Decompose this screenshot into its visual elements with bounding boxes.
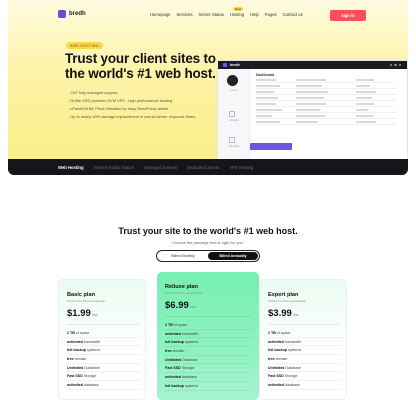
dashboard-app-name: bredh: [230, 63, 240, 67]
dashboard-side-label: Domains: [228, 145, 240, 148]
nav-link-server-status[interactable]: Server Status: [199, 12, 224, 17]
nav-link-services[interactable]: Services: [177, 12, 193, 17]
plan-name: Expert plan: [268, 292, 299, 298]
billed-annually-option[interactable]: Billed Annually: [208, 252, 258, 260]
hero-feature: cPanel/WHM, Plesk Obsidian for easy Word…: [68, 105, 196, 113]
plan-price-period: /mo: [91, 313, 98, 317]
dashboard-logo-icon: [223, 63, 227, 67]
billing-toggle: Billed Monthly Billed Annually: [156, 250, 260, 262]
dashboard-preview: bredh Home Account Domains Dashboard: [217, 60, 408, 160]
plan-feature: unlimited bandwidth: [268, 338, 342, 347]
brand-name: bredh: [69, 11, 86, 17]
logo-icon: [58, 10, 66, 18]
hero-feature: Up to nearly 40% average improvement in …: [68, 113, 196, 121]
billed-monthly-option[interactable]: Billed Monthly: [158, 252, 208, 260]
nav-links: Homepage Services Server Status New Host…: [150, 7, 303, 17]
nav-link-help[interactable]: Help: [250, 12, 259, 17]
plan-feature: Fast SSD Storage: [165, 364, 251, 374]
plan-feature-list: 2 TB of space unlimited bandwidth full b…: [268, 329, 342, 390]
plan-card-expert[interactable]: Expert plan Perfect For Personal Startup…: [259, 279, 347, 400]
service-tabs: Web Hosting Internet Radio Station Manag…: [8, 159, 408, 175]
nav-link-hosting[interactable]: New Hosting: [229, 7, 245, 17]
nav-link-homepage[interactable]: Homepage: [150, 12, 171, 17]
plan-name: Reliuxe plan: [165, 284, 198, 290]
plan-feature: Unlimited Database: [165, 356, 251, 365]
domains-icon: [229, 137, 235, 143]
tab-web-hosting[interactable]: Web Hosting: [58, 165, 84, 170]
plan-feature: 2 TB of space: [67, 329, 141, 338]
plan-feature: full backup systems: [268, 346, 342, 356]
plan-feature: Unlimited Database: [67, 364, 141, 373]
hero-pill: WEB HOSTING: [66, 42, 103, 49]
plan-price-value: $3.99: [268, 308, 292, 319]
plan-card-basic[interactable]: Basic plan Perfect For Personal Startup …: [58, 279, 146, 400]
plan-price: $6.99/mo: [165, 300, 196, 311]
plan-feature: full backup systems: [67, 346, 141, 356]
plan-feature: free domain: [165, 347, 251, 356]
plan-price-value: $1.99: [67, 308, 91, 319]
plan-feature: unlimited bandwidth: [67, 338, 141, 347]
nav-link-hosting-label: Hosting: [229, 12, 245, 17]
dashboard-topbar: bredh: [218, 61, 407, 69]
table-row: [256, 119, 396, 125]
nav-link-pages[interactable]: Pages: [265, 12, 277, 17]
pricing-subtitle: Choose the package that is right for you…: [172, 240, 244, 245]
plan-feature: free domain: [67, 355, 141, 364]
avatar: [227, 75, 238, 86]
plan-feature: full backup systems: [165, 382, 251, 391]
hero-title: Trust your client sites to the world's #…: [65, 51, 216, 81]
tab-vps-hosting[interactable]: VPS Hosting: [229, 165, 253, 170]
plan-feature: full backup systems: [165, 338, 251, 348]
plan-feature-list: 2 TB of space unlimited bandwidth full b…: [67, 329, 141, 390]
plan-feature: free domain: [268, 355, 342, 364]
hero-feature-list: 24/7 fully managed support. NVMe SSD-pow…: [68, 89, 196, 121]
plan-feature: 2 TB of space: [268, 329, 342, 338]
plan-feature: unlimited database: [268, 381, 342, 390]
plan-price-period: /mo: [292, 313, 299, 317]
tab-managed-servers[interactable]: Managed Servers: [144, 165, 177, 170]
brand-logo[interactable]: bredh: [58, 10, 86, 18]
plan-name: Basic plan: [67, 292, 95, 298]
new-badge: New: [232, 7, 244, 11]
top-nav: bredh Homepage Services Server Status Ne…: [8, 7, 408, 22]
divider: [67, 324, 139, 325]
plan-price: $1.99/mo: [67, 308, 98, 319]
plan-feature: Fast SSD Storage: [67, 372, 141, 382]
plan-description: Perfect For Personal Startup: [67, 299, 106, 303]
plan-feature: 2 TB of space: [165, 321, 251, 330]
plan-feature: unlimited database: [165, 373, 251, 382]
plan-feature: Unlimited Database: [268, 364, 342, 373]
dashboard-main: Dashboard: [256, 73, 396, 125]
dashboard-sidebar: Home Account Domains: [218, 69, 250, 159]
plan-feature-list: 2 TB of space unlimited bandwidth full b…: [165, 321, 251, 391]
hero-feature: NVMe SSD-powered KVM VPS - high performa…: [68, 97, 196, 105]
pricing-title: Trust your site to the world's #1 web ho…: [118, 226, 298, 236]
hero-feature: 24/7 fully managed support.: [68, 89, 196, 97]
divider: [165, 316, 251, 317]
plan-card-reliuxe[interactable]: Reliuxe plan Perfect For Personal Startu…: [157, 272, 259, 400]
divider: [268, 324, 340, 325]
dashboard-side-label: Account: [229, 119, 239, 122]
tab-dedicated-server[interactable]: Dedicated Server: [187, 165, 219, 170]
plan-price-value: $6.99: [165, 300, 189, 311]
plan-price: $3.99/mo: [268, 308, 299, 319]
plan-description: Perfect For Personal Startup: [165, 291, 204, 295]
dashboard-highlight-bar: [250, 143, 292, 150]
plan-price-period: /mo: [189, 305, 196, 309]
window-dots-icon: [389, 63, 401, 67]
plan-feature: unlimited database: [67, 381, 141, 390]
plan-description: Perfect For Personal Startup: [268, 299, 307, 303]
plan-feature: unlimited bandwidth: [165, 330, 251, 339]
nav-link-contact[interactable]: Contact us: [283, 12, 303, 17]
dashboard-side-label: Home: [230, 89, 238, 92]
plan-feature: Fast SSD Storage: [268, 372, 342, 382]
sign-in-button[interactable]: sign in: [330, 10, 366, 21]
account-icon: [229, 111, 235, 117]
tab-internet-radio[interactable]: Internet Radio Station: [94, 165, 135, 170]
